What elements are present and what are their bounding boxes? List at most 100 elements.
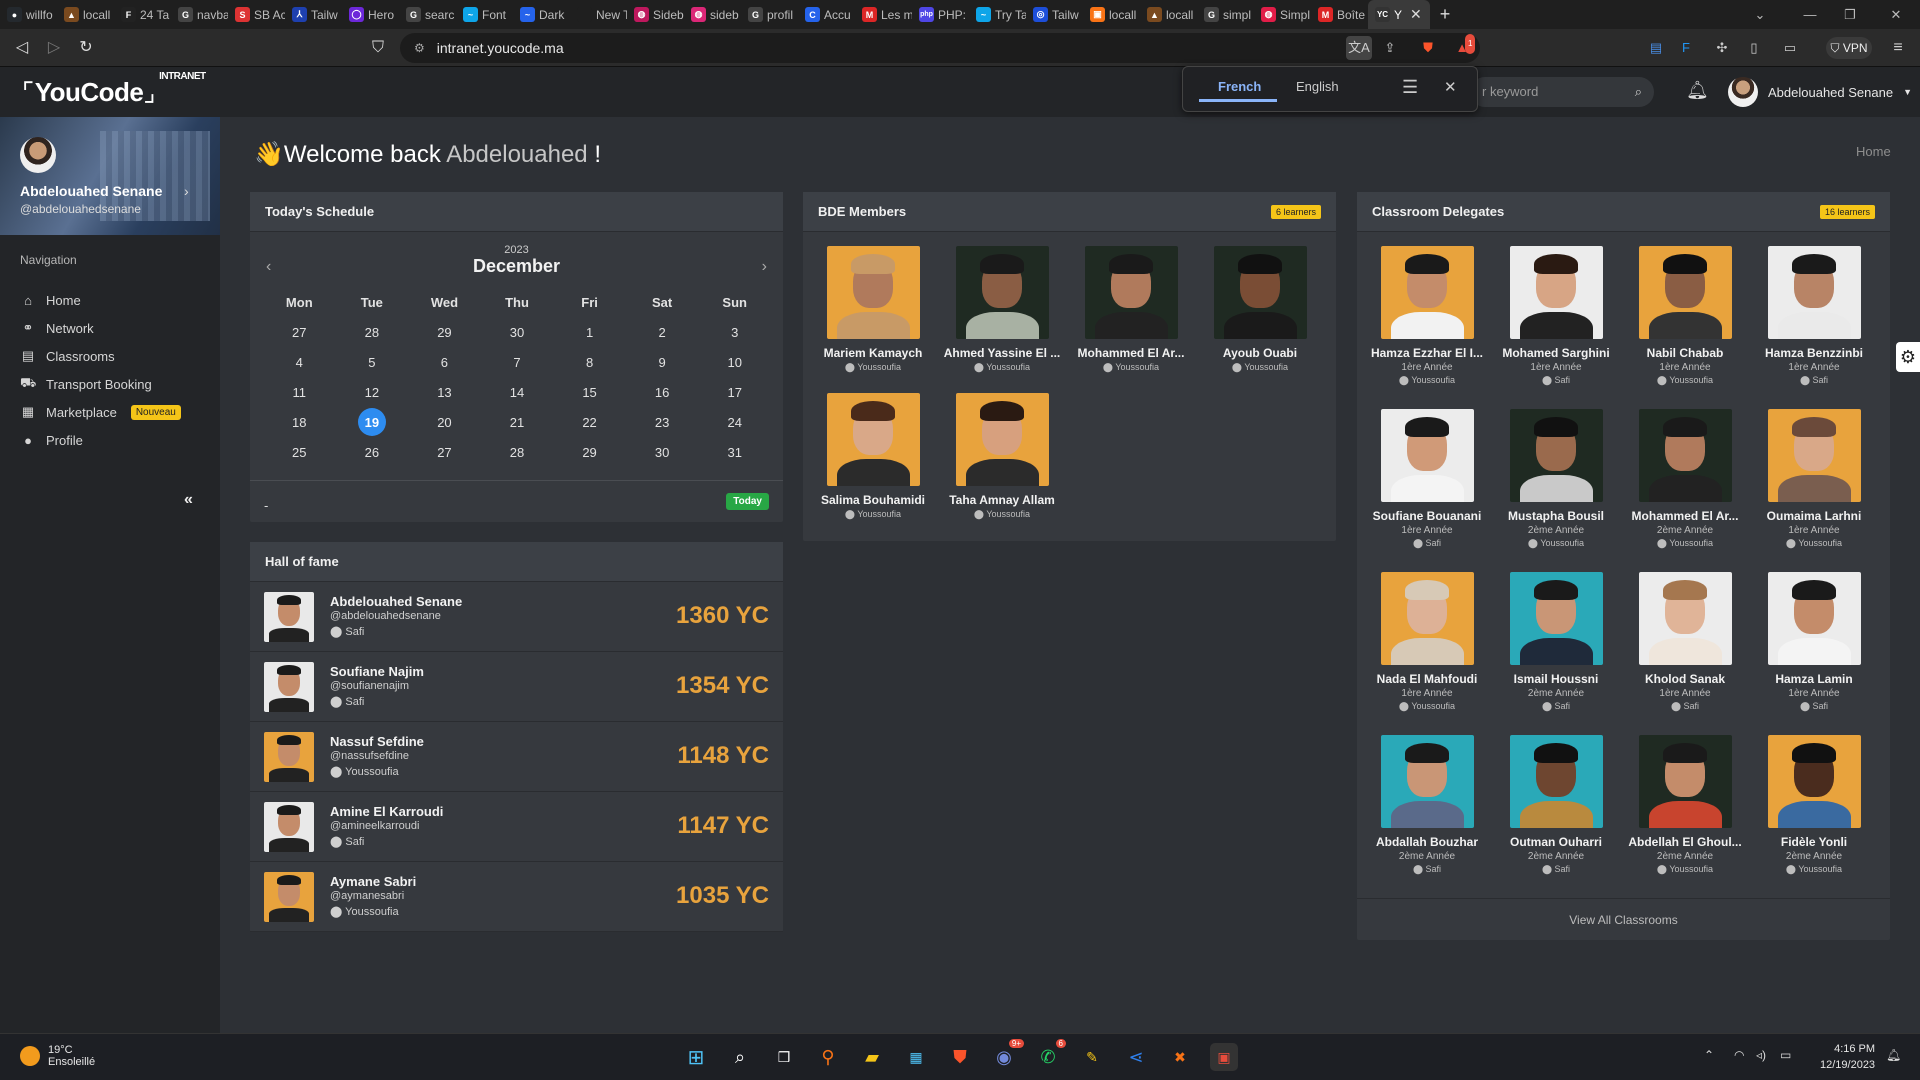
windows-start-icon[interactable]: ⊞ — [682, 1043, 710, 1071]
calendar-prev-icon[interactable]: ‹ — [266, 258, 271, 276]
user-menu[interactable]: Abdelouahed Senane ▼ — [1728, 77, 1912, 107]
calendar-next-icon[interactable]: › — [762, 258, 767, 276]
tab-active[interactable]: YC Y ✕ — [1368, 0, 1430, 29]
person-name[interactable]: Ahmed Yassine El ... — [942, 346, 1062, 360]
collapse-sidebar-icon[interactable]: « — [184, 491, 193, 509]
person-photo[interactable] — [1380, 246, 1474, 339]
person-photo[interactable] — [1509, 572, 1603, 665]
calendar-day[interactable]: 16 — [626, 377, 699, 407]
search-app-icon[interactable]: ⚲ — [814, 1043, 842, 1071]
person-photo[interactable] — [1509, 246, 1603, 339]
calendar-day[interactable]: 29 — [553, 437, 626, 467]
calendar-day[interactable]: 2 — [626, 317, 699, 347]
calendar-day[interactable]: 4 — [263, 347, 336, 377]
browser-tab[interactable]: ◍ Simpl — [1254, 0, 1311, 29]
fame-name[interactable]: Soufiane Najim — [330, 664, 424, 679]
volume-icon[interactable]: ◃) — [1756, 1048, 1766, 1062]
brave-rewards-icon[interactable]: ▲ 1 — [1452, 34, 1476, 58]
delegate-member[interactable]: Mustapha Bousil 2ème Année ⬤ Youssoufia — [1496, 409, 1616, 549]
person-photo[interactable] — [1380, 735, 1474, 828]
browser-tab[interactable]: C Accu — [798, 0, 855, 29]
fame-row[interactable]: Abdelouahed Senane @abdelouahedsenane ⬤ Sa… — [250, 582, 783, 652]
browser-tab[interactable]: Gsearc — [399, 0, 456, 29]
close-icon[interactable]: ✕ — [1444, 78, 1457, 96]
browser-tab[interactable]: ◍ Sideb — [627, 0, 684, 29]
delegate-member[interactable]: Abdallah Bouzhar 2ème Année ⬤ Safi — [1367, 735, 1487, 875]
person-name[interactable]: Soufiane Bouanani — [1367, 509, 1487, 523]
browser-tab[interactable]: Gprofil — [741, 0, 798, 29]
delegate-member[interactable]: Nada El Mahfoudi 1ère Année ⬤ Youssoufia — [1367, 572, 1487, 712]
calendar-day[interactable]: 15 — [553, 377, 626, 407]
sidebar-toggle-icon[interactable]: ▯ — [1744, 38, 1764, 58]
browser-tab[interactable]: F 24 Ta — [114, 0, 171, 29]
delegate-member[interactable]: Hamza Ezzhar El I... 1ère Année ⬤ Youssouf… — [1367, 246, 1487, 386]
browser-tab[interactable]: ~ Font — [456, 0, 513, 29]
browser-tab[interactable]: ▣ locall — [1083, 0, 1140, 29]
active-app-icon[interactable]: ▣ — [1210, 1043, 1238, 1071]
calendar-day[interactable]: 8 — [553, 347, 626, 377]
share-icon[interactable]: ⇪ — [1380, 38, 1400, 58]
person-photo[interactable] — [1380, 572, 1474, 665]
person-name[interactable]: Nada El Mahfoudi — [1367, 672, 1487, 686]
delegate-member[interactable]: Soufiane Bouanani 1ère Année ⬤ Safi — [1367, 409, 1487, 549]
person-photo[interactable] — [1638, 246, 1732, 339]
chevron-right-icon[interactable]: › — [184, 183, 189, 199]
vpn-button[interactable]: ⛉ VPN — [1826, 37, 1872, 59]
calendar-day[interactable]: 25 — [263, 437, 336, 467]
taskbar-search-icon[interactable]: ⌕ — [726, 1043, 754, 1071]
delegate-member[interactable]: Nabil Chabab 1ère Année ⬤ Youssoufia — [1625, 246, 1745, 386]
calendar-day[interactable]: 17 — [698, 377, 771, 407]
person-name[interactable]: Oumaima Larhni — [1754, 509, 1874, 523]
discord-icon[interactable]: ◉ 9+ — [990, 1039, 1024, 1071]
person-name[interactable]: Salima Bouhamidi — [813, 493, 933, 507]
sidebar-item-home[interactable]: ⌂ Home — [20, 289, 210, 311]
bde-member[interactable]: Mariem Kamaych ⬤ Youssoufia — [813, 246, 933, 373]
reload-icon[interactable]: ↻ — [76, 38, 96, 58]
person-photo[interactable] — [1638, 409, 1732, 502]
person-photo[interactable] — [1084, 246, 1178, 339]
calendar-day[interactable]: 27 — [263, 317, 336, 347]
calendar-day[interactable]: 30 — [481, 317, 554, 347]
extension-icon-1[interactable]: ▤ — [1646, 38, 1666, 58]
whatsapp-icon[interactable]: ✆ 6 — [1034, 1039, 1066, 1071]
fame-row[interactable]: Aymane Sabri @aymanesabri ⬤ Youssoufia 1035… — [250, 862, 783, 932]
person-name[interactable]: Kholod Sanak — [1625, 672, 1745, 686]
person-photo[interactable] — [955, 246, 1049, 339]
calendar-day[interactable]: 12 — [336, 377, 409, 407]
person-photo[interactable] — [1767, 409, 1861, 502]
xampp-icon[interactable]: ✖ — [1166, 1043, 1194, 1071]
breadcrumb[interactable]: Home — [1856, 144, 1891, 159]
person-name[interactable]: Mustapha Bousil — [1496, 509, 1616, 523]
options-icon[interactable]: ☰ — [1402, 77, 1418, 98]
person-name[interactable]: Abdellah El Ghoul... — [1625, 835, 1745, 849]
calendar-day[interactable]: 24 — [698, 407, 771, 437]
fame-name[interactable]: Abdelouahed Senane — [330, 594, 462, 609]
sidebar-item-network[interactable]: ⚭ Network — [20, 317, 210, 339]
settings-gear-icon[interactable]: ⚙ — [1896, 342, 1920, 372]
calendar-day[interactable]: 3 — [698, 317, 771, 347]
vscode-icon[interactable]: ⋖ — [1122, 1043, 1150, 1071]
browser-tab[interactable]: ◍ sideb — [684, 0, 741, 29]
person-name[interactable]: Outman Ouharri — [1496, 835, 1616, 849]
store-icon[interactable]: ▦ — [902, 1043, 930, 1071]
calendar-day[interactable]: 31 — [698, 437, 771, 467]
person-photo[interactable] — [1509, 735, 1603, 828]
person-photo[interactable] — [1767, 572, 1861, 665]
sidebar-avatar[interactable] — [20, 137, 56, 173]
new-tab-button[interactable]: + — [1430, 4, 1460, 25]
person-photo[interactable] — [826, 246, 920, 339]
menu-icon[interactable]: ≡ — [1888, 38, 1908, 58]
calendar-day[interactable]: 5 — [336, 347, 409, 377]
wifi-icon[interactable]: ◠ — [1734, 1048, 1744, 1062]
url-field[interactable]: ⚙ intranet.youcode.ma — [400, 33, 1480, 63]
calendar-day[interactable]: 22 — [553, 407, 626, 437]
calendar-day[interactable]: 13 — [408, 377, 481, 407]
calendar-day[interactable]: 23 — [626, 407, 699, 437]
bde-member[interactable]: Taha Amnay Allam ⬤ Youssoufia — [942, 393, 1062, 520]
person-name[interactable]: Mohammed El Ar... — [1625, 509, 1745, 523]
person-photo[interactable] — [1767, 735, 1861, 828]
file-explorer-icon[interactable]: ▰ — [858, 1043, 886, 1071]
youcode-logo[interactable]: ⌜YouCode⌟INTRANET — [22, 71, 206, 108]
person-photo[interactable] — [1767, 246, 1861, 339]
delegate-member[interactable]: Outman Ouharri 2ème Année ⬤ Safi — [1496, 735, 1616, 875]
